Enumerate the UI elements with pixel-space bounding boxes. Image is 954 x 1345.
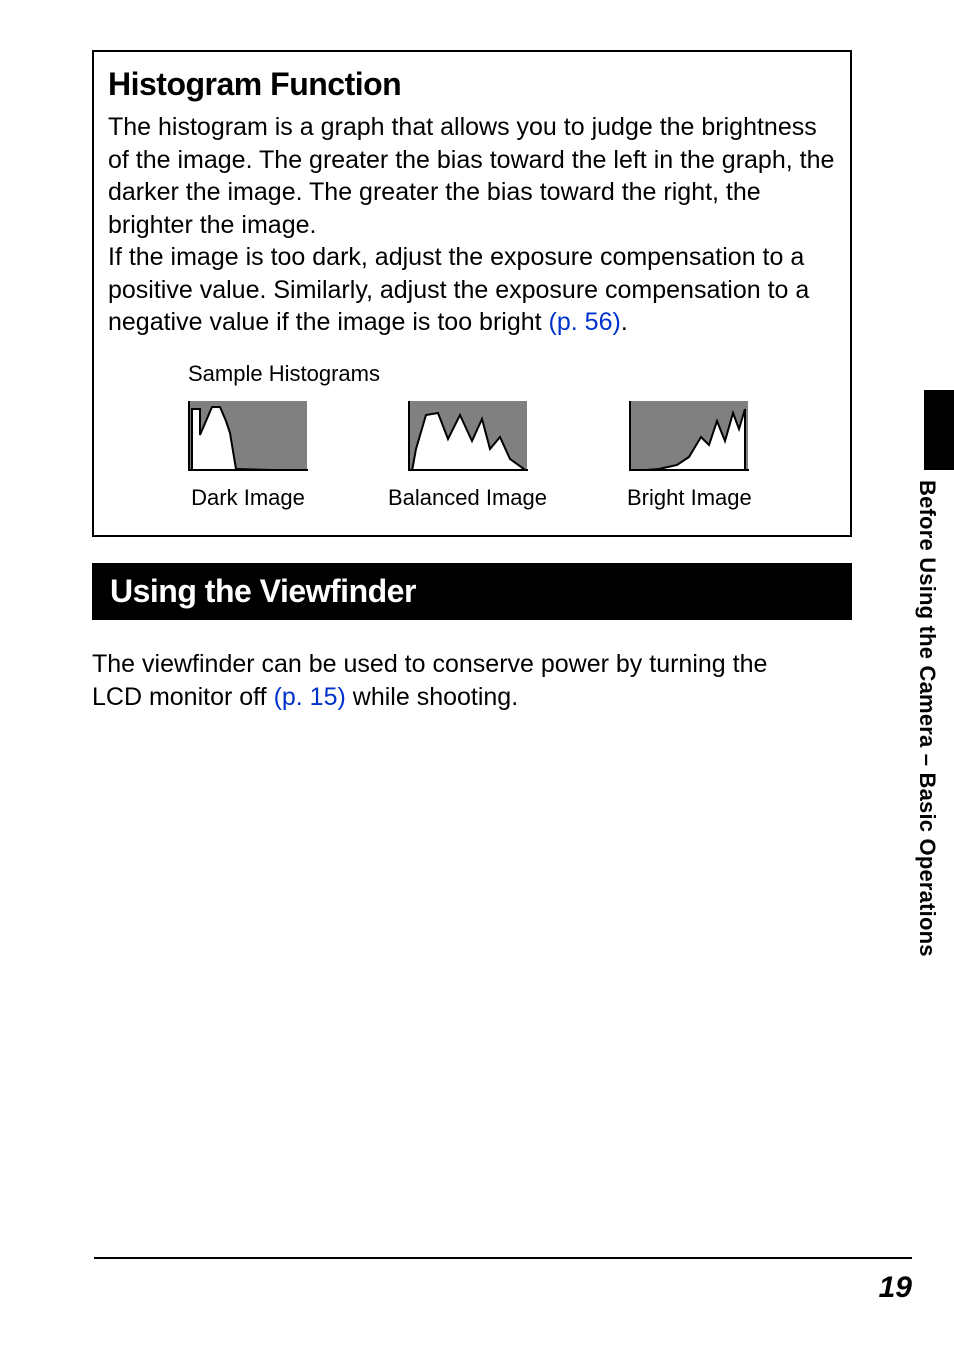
histogram-bright-icon — [629, 401, 749, 471]
sample-histograms-label: Sample Histograms — [188, 361, 836, 387]
histogram-paragraph-2-post: . — [621, 308, 628, 336]
viewfinder-body: The viewfinder can be used to conserve p… — [92, 648, 852, 716]
side-chapter-label: Before Using the Camera – Basic Operatio… — [914, 480, 940, 957]
histogram-balanced-icon — [408, 401, 528, 471]
sample-balanced: Balanced Image — [388, 401, 547, 511]
histogram-function-box: Histogram Function The histogram is a gr… — [92, 50, 852, 537]
histogram-paragraph-1: The histogram is a graph that allows you… — [108, 113, 834, 239]
histogram-description: The histogram is a graph that allows you… — [108, 111, 836, 339]
footer-rule — [94, 1257, 912, 1259]
side-tab-marker — [924, 390, 954, 470]
section-using-viewfinder-title: Using the Viewfinder — [92, 563, 852, 620]
page-number: 19 — [879, 1271, 912, 1305]
histogram-dark-icon — [188, 401, 308, 471]
caption-balanced: Balanced Image — [388, 485, 547, 511]
sample-histograms-row: Dark Image Balanced Image — [188, 401, 836, 511]
histogram-paragraph-2-pre: If the image is too dark, adjust the exp… — [108, 243, 809, 336]
sample-dark: Dark Image — [188, 401, 308, 511]
caption-dark: Dark Image — [191, 485, 305, 511]
page-ref-56[interactable]: (p. 56) — [549, 308, 621, 336]
page-ref-15[interactable]: (p. 15) — [274, 683, 346, 711]
histogram-function-title: Histogram Function — [108, 66, 836, 103]
caption-bright: Bright Image — [627, 485, 752, 511]
sample-bright: Bright Image — [627, 401, 752, 511]
viewfinder-body-post: while shooting. — [346, 683, 518, 711]
